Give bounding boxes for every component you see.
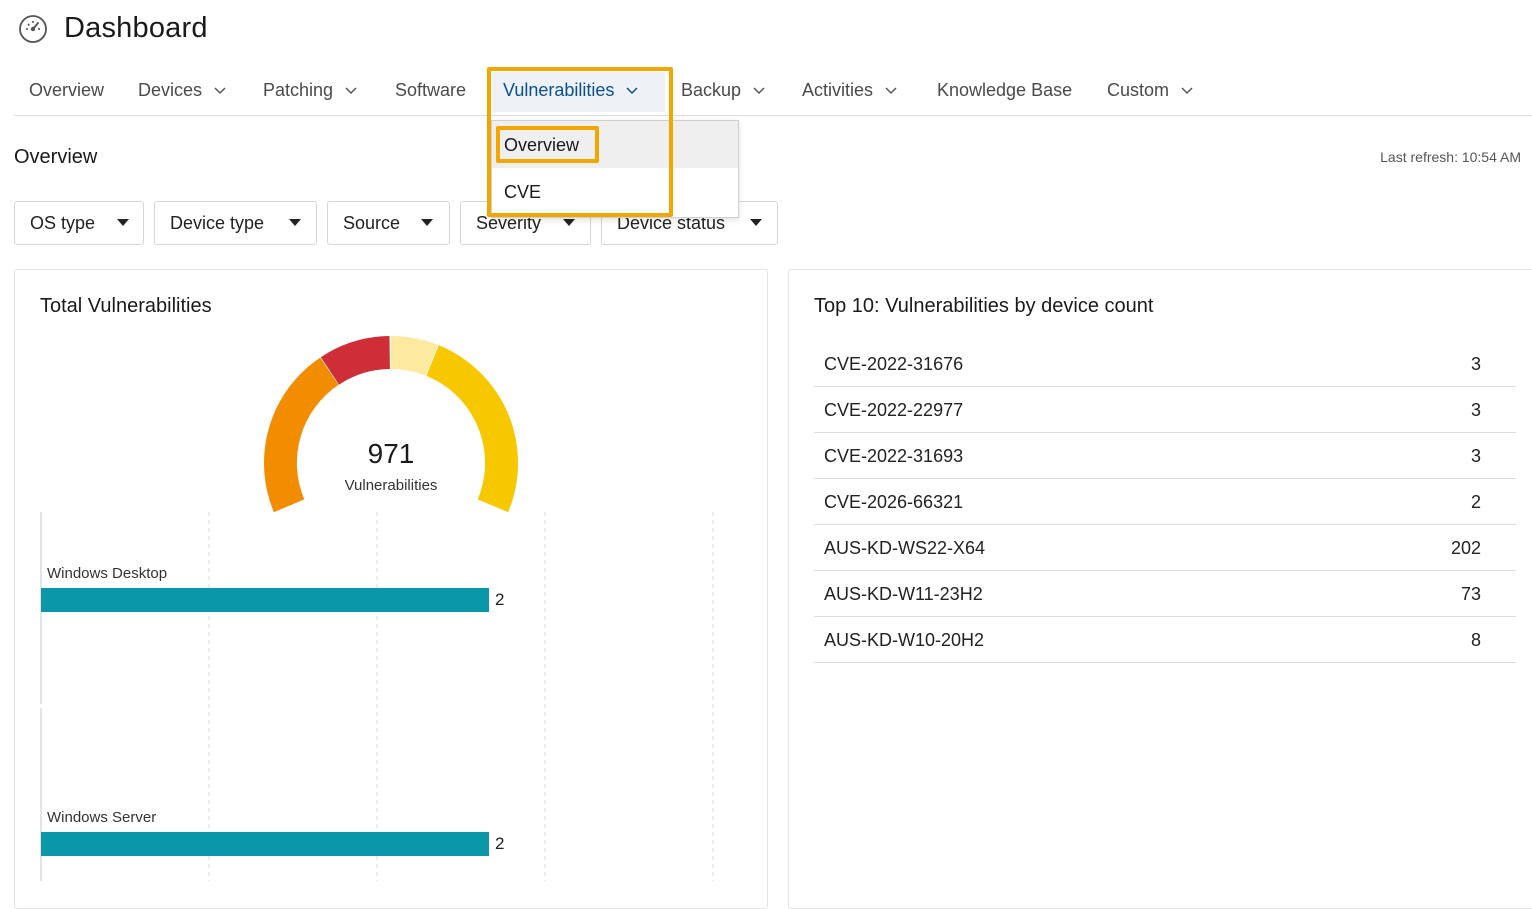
filter-os-type[interactable]: OS type xyxy=(14,201,144,245)
filter-device-type[interactable]: Device type xyxy=(154,201,317,245)
nav-custom[interactable]: Custom xyxy=(1107,80,1193,101)
cell-count: 202 xyxy=(1450,538,1481,558)
caret-down-icon xyxy=(117,219,129,226)
cell-name: AUS-KD-WS22-X64 xyxy=(824,538,986,558)
chevron-down-icon xyxy=(1181,86,1193,94)
total-count: 971 xyxy=(367,438,415,469)
chevron-down-icon xyxy=(345,86,357,94)
filter-label: Source xyxy=(343,213,401,233)
cell-count: 3 xyxy=(1470,446,1481,466)
nav-divider xyxy=(14,115,1532,116)
table-row[interactable]: CVE-2026-66321 2 xyxy=(814,479,1516,525)
bar-value: 2 xyxy=(495,834,505,853)
table-row[interactable]: CVE-2022-31676 3 xyxy=(814,341,1516,387)
main-nav: Overview Devices Patching Software Vulne… xyxy=(0,70,1532,116)
table-row[interactable]: CVE-2022-22977 3 xyxy=(814,387,1516,433)
caret-down-icon xyxy=(563,219,575,226)
nav-activities[interactable]: Activities xyxy=(802,80,897,101)
bar-label: Windows Server xyxy=(47,809,157,826)
caret-down-icon xyxy=(289,219,301,226)
nav-overview[interactable]: Overview xyxy=(29,80,104,101)
nav-label: Software xyxy=(395,80,467,100)
cell-count: 3 xyxy=(1470,354,1481,374)
cell-name: CVE-2022-31693 xyxy=(824,446,964,466)
caret-down-icon xyxy=(750,219,762,226)
nav-label: Backup xyxy=(681,80,742,100)
nav-software[interactable]: Software xyxy=(395,80,466,101)
nav-label: Activities xyxy=(802,80,874,100)
table-row[interactable]: AUS-KD-W11-23H2 73 xyxy=(814,571,1516,617)
bar-windows-server[interactable] xyxy=(41,832,489,856)
nav-patching[interactable]: Patching xyxy=(263,80,357,101)
highlight-box-overview xyxy=(496,126,599,163)
cell-name: AUS-KD-W10-20H2 xyxy=(824,630,985,650)
table-row[interactable]: AUS-KD-W10-20H2 8 xyxy=(814,617,1516,663)
cell-count: 2 xyxy=(1470,492,1481,512)
cell-name: CVE-2022-31676 xyxy=(824,354,964,374)
nav-knowledge-base[interactable]: Knowledge Base xyxy=(937,80,1072,101)
chevron-down-icon xyxy=(214,86,226,94)
filter-label: Device type xyxy=(170,213,265,233)
cell-count: 3 xyxy=(1470,400,1481,420)
nav-label: Knowledge Base xyxy=(937,80,1073,100)
filter-source[interactable]: Source xyxy=(327,201,450,245)
cell-name: AUS-KD-W11-23H2 xyxy=(824,584,983,604)
chevron-down-icon xyxy=(753,86,765,94)
nav-label: Patching xyxy=(263,80,334,100)
caret-down-icon xyxy=(421,219,433,226)
bar-value: 2 xyxy=(495,590,505,609)
nav-label: Custom xyxy=(1107,80,1170,100)
cell-name: CVE-2022-22977 xyxy=(824,400,964,420)
nav-backup[interactable]: Backup xyxy=(681,80,765,101)
filter-label: OS type xyxy=(30,213,96,233)
page-title: Dashboard xyxy=(64,12,208,44)
table-row[interactable]: AUS-KD-WS22-X64 202 xyxy=(814,525,1516,571)
section-title: Overview xyxy=(14,146,98,168)
cell-count: 73 xyxy=(1460,584,1481,604)
bar-label: Windows Desktop xyxy=(47,565,168,582)
total-count-label: Vulnerabilities xyxy=(344,477,438,494)
chevron-down-icon xyxy=(885,86,897,94)
table-row[interactable]: CVE-2022-31693 3 xyxy=(814,433,1516,479)
total-vulnerabilities-title: Total Vulnerabilities xyxy=(40,295,212,317)
cell-count: 8 xyxy=(1470,630,1481,650)
last-refresh-text: Last refresh: 10:54 AM xyxy=(1380,149,1521,165)
nav-devices[interactable]: Devices xyxy=(138,80,226,101)
nav-label: Devices xyxy=(138,80,203,100)
top10-title: Top 10: Vulnerabilities by device count xyxy=(814,295,1154,317)
cell-name: CVE-2026-66321 xyxy=(824,492,964,512)
nav-label: Overview xyxy=(29,80,105,100)
speedometer-icon xyxy=(19,15,47,43)
bar-windows-desktop[interactable] xyxy=(41,588,489,612)
